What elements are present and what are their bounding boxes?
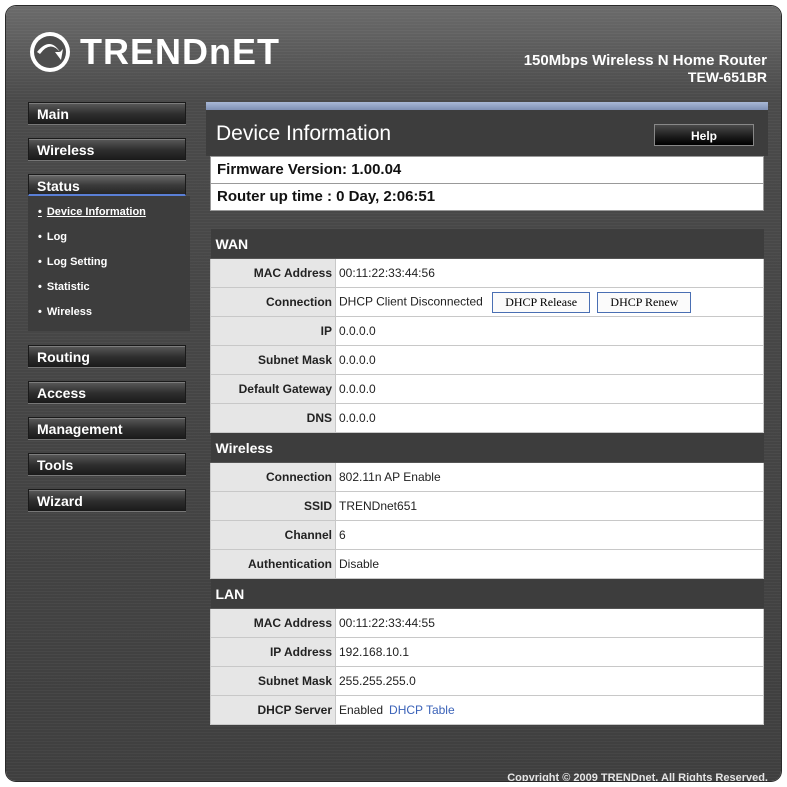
submenu-log[interactable]: • Log (28, 227, 190, 252)
row-value: 192.168.10.1 (335, 637, 764, 667)
submenu-device-information[interactable]: • Device Information (28, 202, 190, 227)
brand-logo: TRENDnET (28, 28, 280, 76)
table-row: Authentication Disable (210, 549, 764, 579)
bullet-icon: • (38, 256, 42, 268)
row-label: IP Address (210, 637, 336, 667)
table-row: Subnet Mask 255.255.255.0 (210, 666, 764, 696)
trendnet-logo-icon (30, 32, 70, 72)
submenu-label: Log Setting (46, 256, 108, 268)
row-value: TRENDnet651 (335, 491, 764, 521)
firmware-version: Firmware Version: 1.00.04 (211, 157, 763, 184)
table-row: MAC Address 00:11:22:33:44:55 (210, 608, 764, 638)
table-row: DHCP Server Enabled DHCP Table (210, 695, 764, 725)
row-value: Disable (335, 549, 764, 579)
router-uptime: Router up time : 0 Day, 2:06:51 (217, 188, 436, 205)
row-label: DNS (210, 403, 336, 433)
submenu-label: Statistic (46, 281, 90, 293)
row-value: 00:11:22:33:44:56 (335, 258, 764, 288)
nav-access[interactable]: Access (28, 381, 186, 403)
table-row: IP Address 192.168.10.1 (210, 637, 764, 667)
row-value: DHCP Client Disconnected (339, 294, 483, 309)
submenu-log-setting[interactable]: • Log Setting (28, 252, 190, 277)
table-row: MAC Address 00:11:22:33:44:56 (210, 258, 764, 288)
row-label: Connection (210, 287, 336, 317)
firmware-info-box: Firmware Version: 1.00.04 Router up time… (210, 156, 764, 211)
section-header-wan: WAN (210, 229, 764, 259)
table-row: SSID TRENDnet651 (210, 491, 764, 521)
row-label: Subnet Mask (210, 345, 336, 375)
page-title: Device Information (216, 122, 392, 145)
device-info-table: WAN MAC Address 00:11:22:33:44:56 Connec… (210, 229, 764, 725)
submenu-statistic[interactable]: • Statistic (28, 277, 190, 302)
row-value: 255.255.255.0 (335, 666, 764, 696)
row-label: Connection (210, 462, 336, 492)
section-title: WAN (210, 229, 764, 259)
bullet-icon: • (38, 206, 42, 218)
row-value: 0.0.0.0 (335, 374, 764, 404)
nav-status[interactable]: Status (28, 174, 186, 196)
table-row: IP 0.0.0.0 (210, 316, 764, 346)
row-label: Default Gateway (210, 374, 336, 404)
wan-connection-cell: DHCP Client Disconnected DHCP Release DH… (335, 287, 764, 317)
status-submenu: • Device Information • Log • Log Setting • S… (28, 196, 190, 331)
section-title: LAN (210, 578, 764, 609)
dhcp-table-link[interactable]: DHCP Table (389, 703, 455, 717)
row-value: 00:11:22:33:44:55 (335, 608, 764, 638)
row-label: IP (210, 316, 336, 346)
nav-management[interactable]: Management (28, 417, 186, 439)
row-value: 0.0.0.0 (335, 345, 764, 375)
row-value: Enabled (339, 703, 384, 717)
row-label: Channel (210, 520, 336, 550)
copyright-footer: Copyright © 2009 TRENDnet. All Rights Re… (507, 772, 768, 781)
table-row: DNS 0.0.0.0 (210, 403, 764, 433)
submenu-label: Wireless (46, 306, 93, 318)
brand-name: TRENDnET (80, 31, 280, 72)
submenu-wireless[interactable]: • Wireless (28, 302, 190, 327)
row-label: SSID (210, 491, 336, 521)
section-title: Wireless (210, 432, 764, 463)
product-name: 150Mbps Wireless N Home Router (523, 52, 767, 69)
product-info: 150Mbps Wireless N Home Router TEW-651BR (524, 52, 767, 85)
product-model: TEW-651BR (687, 69, 767, 85)
section-header-lan: LAN (210, 578, 764, 609)
nav-wizard[interactable]: Wizard (28, 489, 186, 511)
header: TRENDnET 150Mbps Wireless N Home Router … (6, 6, 781, 98)
nav-main[interactable]: Main (28, 102, 186, 124)
content-accent-bar (206, 102, 768, 110)
row-value: 802.11n AP Enable (335, 462, 764, 492)
row-label: Subnet Mask (210, 666, 336, 696)
row-label: DHCP Server (210, 695, 336, 725)
submenu-label: Device Information (46, 206, 146, 218)
table-row: Subnet Mask 0.0.0.0 (210, 345, 764, 375)
nav-tools[interactable]: Tools (28, 453, 186, 475)
nav-routing[interactable]: Routing (28, 345, 186, 367)
dhcp-server-cell: Enabled DHCP Table (335, 695, 764, 725)
title-row: Device Information Help (206, 110, 768, 156)
table-row: Connection 802.11n AP Enable (210, 462, 764, 492)
row-label: Authentication (210, 549, 336, 579)
row-label: MAC Address (210, 258, 336, 288)
table-row: Connection DHCP Client Disconnected DHCP… (210, 287, 764, 317)
row-label: MAC Address (210, 608, 336, 638)
bullet-icon: • (38, 281, 42, 293)
section-header-wireless: Wireless (210, 432, 764, 463)
table-row: Channel 6 (210, 520, 764, 550)
nav-wireless[interactable]: Wireless (28, 138, 186, 160)
sidebar: Main Wireless Status • Device Information… (28, 102, 190, 525)
dhcp-renew-button[interactable]: DHCP Renew (597, 291, 692, 313)
bullet-icon: • (38, 306, 42, 318)
content-panel: Device Information Help Firmware Version… (206, 102, 768, 766)
row-value: 6 (335, 520, 764, 550)
submenu-label: Log (46, 231, 68, 243)
dhcp-release-button[interactable]: DHCP Release (492, 291, 591, 313)
help-button[interactable]: Help (654, 124, 754, 146)
router-frame: TRENDnET 150Mbps Wireless N Home Router … (6, 6, 781, 781)
bullet-icon: • (38, 231, 42, 243)
table-row: Default Gateway 0.0.0.0 (210, 374, 764, 404)
row-value: 0.0.0.0 (335, 316, 764, 346)
row-value: 0.0.0.0 (335, 403, 764, 433)
